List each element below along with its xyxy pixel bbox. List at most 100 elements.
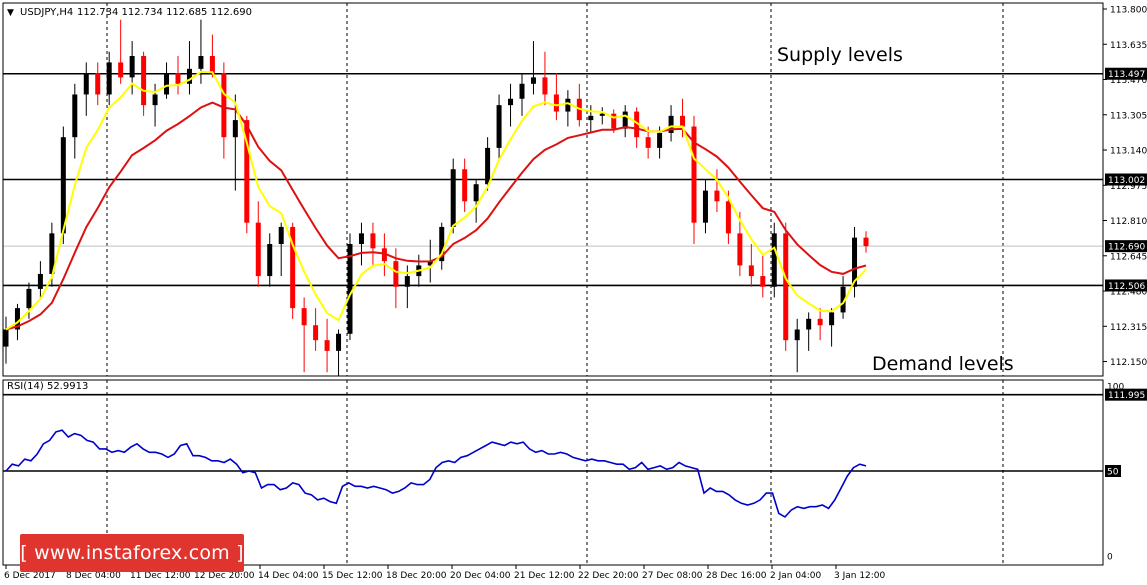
- price-tick-label: 112.315: [1110, 323, 1147, 333]
- price-tick-label: 113.800: [1110, 6, 1147, 16]
- candle-body: [26, 288, 32, 309]
- price-flag-label: 113.002: [1108, 176, 1145, 186]
- candle-body: [473, 184, 479, 202]
- time-tick-label: 3 Jan 12:00: [834, 571, 886, 581]
- candle-body: [267, 244, 273, 277]
- time-tick-label: 20 Dec 04:00: [450, 571, 511, 581]
- candle-body: [783, 233, 789, 341]
- time-tick-label: 21 Dec 12:00: [514, 571, 575, 581]
- candle-body: [645, 137, 651, 148]
- candle-body: [702, 190, 708, 223]
- watermark[interactable]: [ www.instaforex.com ]: [20, 534, 244, 572]
- price-tick-label: 112.810: [1110, 217, 1147, 227]
- dropdown-icon[interactable]: ▼: [7, 8, 14, 18]
- main-panel-frame: [2, 2, 1104, 377]
- candle-body: [450, 169, 456, 227]
- candle-body: [393, 261, 399, 287]
- candle-body: [83, 73, 89, 95]
- candle-body: [485, 147, 491, 185]
- price-tick-label: 113.635: [1110, 41, 1147, 51]
- candle-body: [829, 312, 835, 326]
- candle-body: [794, 329, 800, 341]
- time-tick-label: 22 Dec 20:00: [578, 571, 639, 581]
- supply-annotation: Supply levels: [777, 44, 903, 66]
- candle-body: [118, 62, 124, 78]
- candle-body: [221, 73, 227, 138]
- candle-body: [72, 94, 78, 138]
- candle-body: [771, 233, 777, 287]
- price-flag-label: 112.690: [1108, 243, 1145, 253]
- price-levels: [3, 72, 1103, 396]
- candle-body: [657, 132, 663, 148]
- time-tick-label: 8 Dec 04:00: [66, 571, 121, 581]
- price-tick-label: 113.140: [1110, 147, 1147, 157]
- price-tick-label: 113.305: [1110, 111, 1147, 121]
- candle-body: [37, 273, 43, 289]
- time-tick-label: 12 Dec 20:00: [194, 571, 255, 581]
- candle-body: [232, 120, 238, 138]
- grid-lines: [106, 3, 1004, 565]
- candle-body: [748, 265, 754, 277]
- candle-body: [737, 233, 743, 266]
- candle-body: [508, 98, 514, 106]
- candle-body: [599, 113, 605, 116]
- price-flag-label: 113.497: [1108, 70, 1145, 80]
- rsi-tick-label: 100: [1107, 383, 1124, 393]
- time-tick-label: 18 Dec 20:00: [386, 571, 447, 581]
- candle-body: [725, 201, 731, 234]
- time-tick-label: 2 Jan 04:00: [770, 571, 822, 581]
- ema-fast-line: [5, 70, 867, 331]
- candle-body: [553, 94, 559, 112]
- chart-canvas: 113.800113.635113.470113.305113.140112.9…: [2, 2, 1147, 581]
- demand-annotation: Demand levels: [872, 353, 1014, 375]
- candle-body: [542, 77, 548, 95]
- candle-body: [301, 308, 307, 326]
- axes: 113.800113.635113.470113.305113.140112.9…: [2, 2, 1147, 581]
- candle-body: [370, 233, 376, 249]
- candle-body: [680, 115, 686, 127]
- candle-body: [324, 340, 330, 351]
- candle-body: [278, 226, 284, 245]
- price-tick-label: 112.645: [1110, 252, 1147, 262]
- time-tick-label: 27 Dec 08:00: [642, 571, 703, 581]
- time-tick-label: 15 Dec 12:00: [322, 571, 383, 581]
- candle-body: [255, 222, 261, 277]
- time-tick-label: 14 Dec 04:00: [258, 571, 319, 581]
- candle-body: [496, 105, 502, 148]
- candle-body: [358, 233, 364, 245]
- moving-averages: [5, 70, 867, 331]
- candle-body: [863, 237, 869, 247]
- candle-body: [164, 73, 170, 95]
- rsi-label: RSI(14) 52.9913: [7, 381, 88, 392]
- price-flag-label: 112.506: [1108, 282, 1145, 292]
- rsi-tick-label: 50: [1107, 468, 1119, 478]
- candle-body: [622, 111, 628, 129]
- candle-body: [588, 115, 594, 121]
- symbol-label: USDJPY,H4: [20, 7, 73, 18]
- candle-body: [313, 325, 319, 341]
- candle-body: [129, 56, 135, 78]
- ohlc-readout: 112.734 112.734 112.685 112.690: [77, 7, 252, 18]
- time-tick-label: 11 Dec 12:00: [130, 571, 191, 581]
- rsi-line: [5, 429, 867, 518]
- candle-body: [519, 83, 525, 99]
- candle-body: [198, 56, 204, 69]
- rsi-tick-label: 0: [1107, 553, 1113, 563]
- price-tick-label: 112.150: [1110, 358, 1147, 368]
- candle-body: [95, 73, 101, 95]
- candle-body: [404, 276, 410, 287]
- candle-body: [106, 62, 112, 95]
- candle-body: [141, 56, 147, 106]
- candle-body: [209, 56, 215, 74]
- candle-body: [175, 73, 181, 84]
- time-tick-label: 6 Dec 2017: [4, 571, 56, 581]
- candle-body: [817, 318, 823, 326]
- candle-body: [152, 94, 158, 106]
- candle-body: [3, 329, 9, 347]
- price-flag-label: 111.995: [1108, 391, 1145, 401]
- time-tick-label: 28 Dec 16:00: [706, 571, 767, 581]
- candle-body: [806, 318, 812, 330]
- candle-body: [714, 190, 720, 202]
- candle-body: [336, 333, 342, 351]
- candle-body: [760, 276, 766, 287]
